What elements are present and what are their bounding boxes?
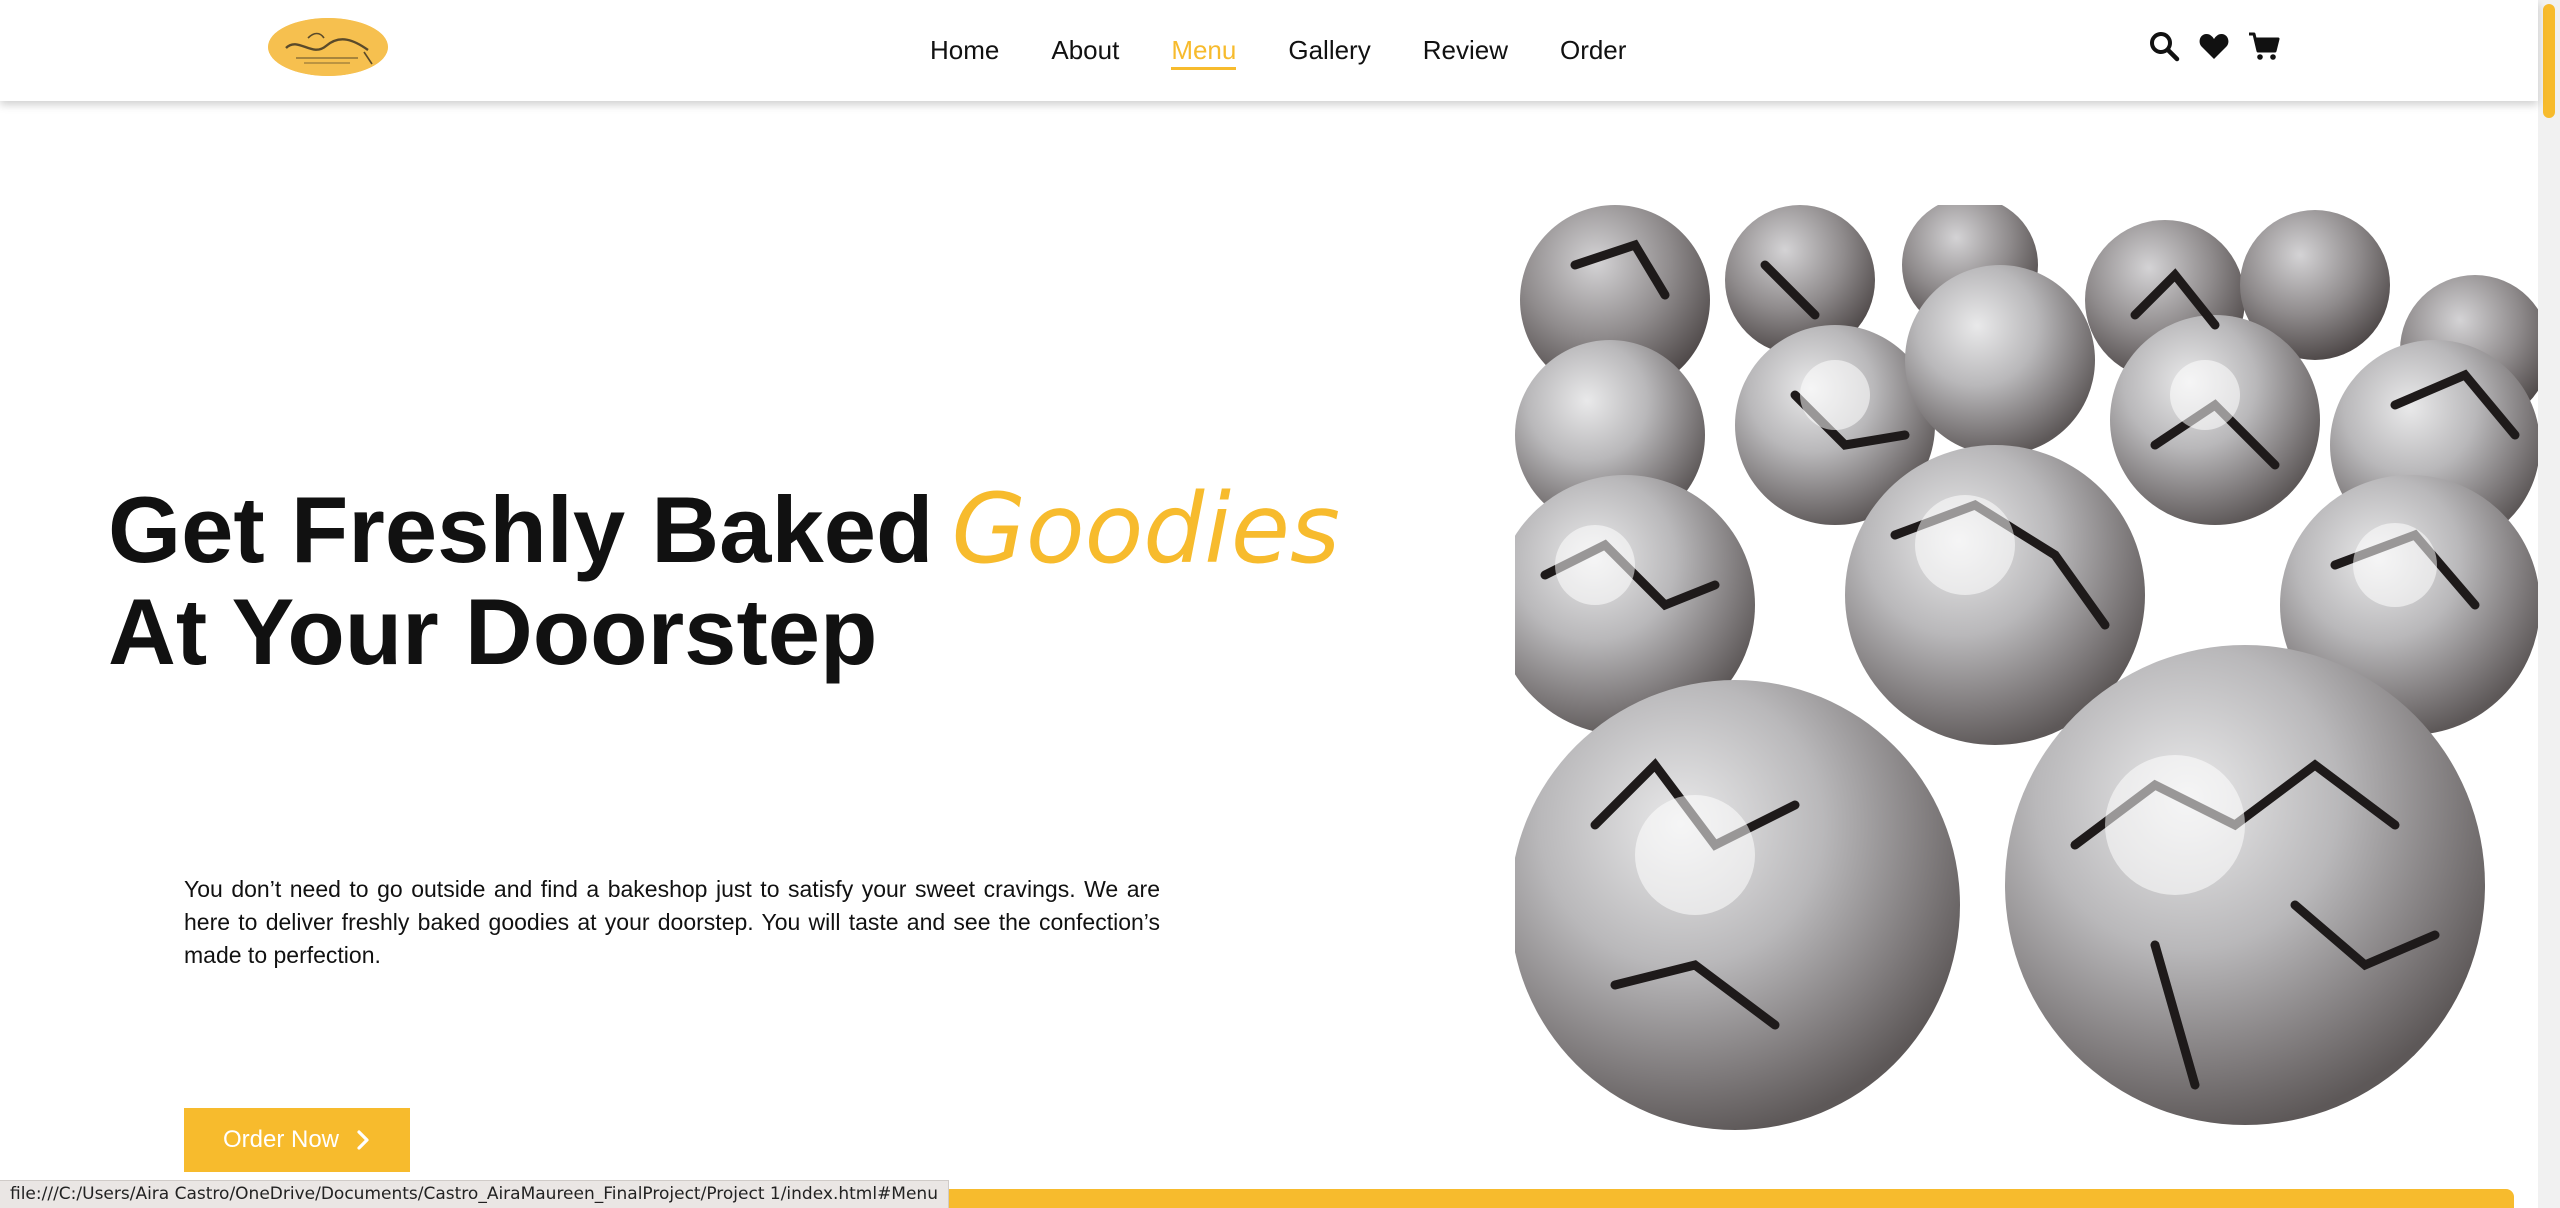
main-nav: Home About Menu Gallery Review Order — [930, 30, 1626, 70]
nav-menu[interactable]: Menu — [1171, 32, 1237, 70]
nav-gallery[interactable]: Gallery — [1288, 32, 1370, 68]
crinkle-cookies-image — [1515, 205, 2545, 1140]
hero-title-line2: At Your Doorstep — [108, 579, 878, 684]
hero-title-line1: Get Freshly Baked — [108, 477, 934, 582]
browser-status-bar: file:///C:/Users/Aira Castro/OneDrive/Do… — [0, 1180, 949, 1208]
nav-order[interactable]: Order — [1560, 32, 1626, 68]
nav-about[interactable]: About — [1051, 32, 1119, 68]
order-now-label: Order Now — [222, 1126, 340, 1153]
nav-review[interactable]: Review — [1423, 32, 1508, 68]
cart-icon[interactable] — [2248, 30, 2280, 62]
bakeshop-logo[interactable] — [268, 18, 388, 76]
order-now-button[interactable]: Order Now — [184, 1108, 410, 1172]
chevron-right-icon — [357, 1130, 369, 1150]
site-header: Home About Menu Gallery Review Order — [0, 0, 2538, 101]
hero-title-accent: Goodies — [951, 473, 1340, 585]
heart-icon[interactable] — [2198, 30, 2230, 62]
scrollbar-thumb[interactable] — [2543, 4, 2555, 118]
hero-title: Get Freshly Baked Goodies At Your Doorste… — [108, 478, 1340, 683]
hero-description: You don’t need to go outside and find a … — [184, 876, 1160, 968]
nav-home[interactable]: Home — [930, 32, 999, 68]
page-scrollbar[interactable] — [2538, 0, 2560, 1208]
search-icon[interactable] — [2148, 30, 2180, 62]
logo-graphic — [268, 18, 388, 76]
header-icons — [2148, 30, 2280, 62]
